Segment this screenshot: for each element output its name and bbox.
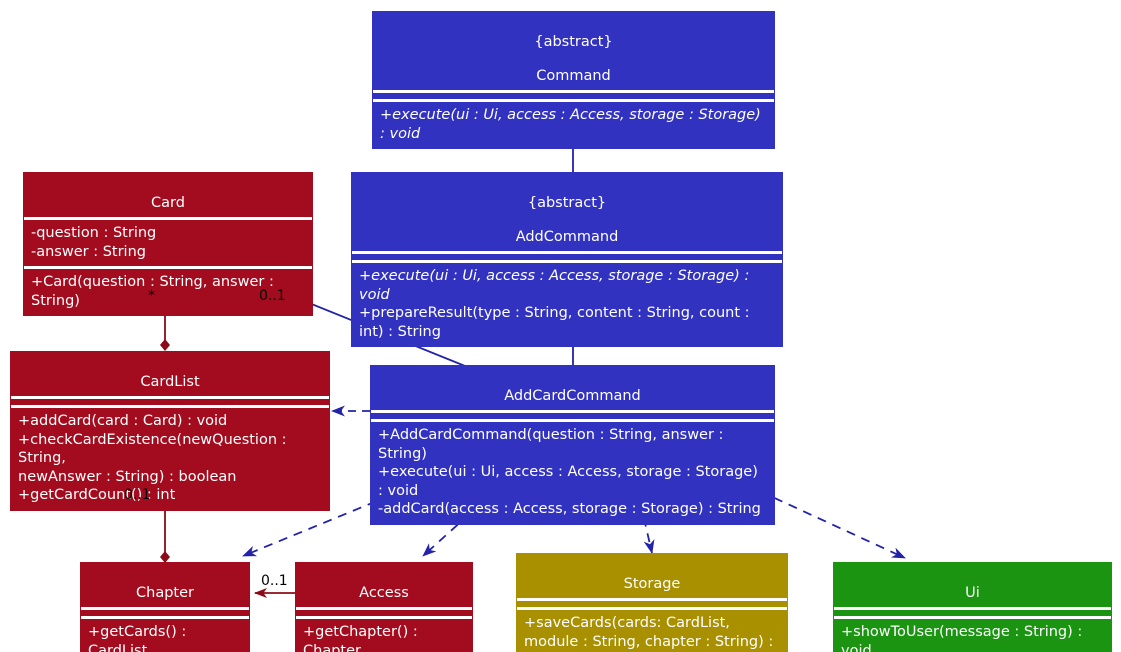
class-chapter-name: Chapter (136, 585, 194, 601)
class-command-stereotype: {abstract} (534, 34, 613, 50)
method-row: +AddCardCommand(question : String, answe… (378, 427, 729, 462)
class-card-list-name: CardList (140, 374, 200, 390)
class-add-command-name: AddCommand (515, 229, 619, 245)
class-access-methods: +getChapter() : Chapter (296, 619, 472, 652)
edge-label-card-multiplicity: * (148, 288, 155, 304)
uml-class-diagram: CardList --> Chapter --> Access --> Stor… (0, 0, 1121, 652)
class-command-name: Command (536, 68, 611, 84)
method-row: +showToUser(message : String) : void (841, 624, 1087, 652)
class-card-attributes: -question : String -answer : String (24, 220, 312, 266)
class-command-header: {abstract} Command (373, 12, 774, 90)
class-storage-methods: +saveCards(cards: CardList, module : Str… (517, 610, 787, 652)
method-row: +saveCards(cards: CardList, (524, 615, 730, 631)
class-card-list-methods: +addCard(card : Card) : void +checkCardE… (11, 408, 329, 510)
class-ui-header: Ui (834, 563, 1111, 607)
class-add-card-command-name: AddCardCommand (504, 388, 641, 404)
class-storage-header: Storage (517, 554, 787, 598)
class-card-list-header: CardList (11, 352, 329, 396)
class-chapter-header: Chapter (81, 563, 249, 607)
method-row: +prepareResult(type : String, content : … (359, 305, 755, 340)
edge-label-card-from-addcardcommand: 0..1 (259, 288, 286, 304)
class-access-header: Access (296, 563, 472, 607)
method-row: +execute(ui : Ui, access : Access, stora… (380, 107, 766, 142)
class-card-name: Card (151, 195, 185, 211)
class-ui[interactable]: Ui +showToUser(message : String) : void (833, 562, 1112, 652)
class-add-card-command-methods: +AddCardCommand(question : String, answe… (371, 422, 774, 524)
method-row: +checkCardExistence(newQuestion : String… (18, 431, 292, 467)
method-row: +getCards() : CardList (88, 624, 191, 652)
method-row: +getCardCount() : int (18, 487, 176, 503)
class-add-command-methods: +execute(ui : Ui, access : Access, stora… (352, 263, 782, 346)
class-add-card-command[interactable]: AddCardCommand +AddCardCommand(question … (370, 365, 775, 525)
class-card-list[interactable]: CardList +addCard(card : Card) : void +c… (10, 351, 330, 511)
class-storage[interactable]: Storage +saveCards(cards: CardList, modu… (516, 553, 788, 652)
edge-label-cardlist-from-chapter: 0..1 (124, 487, 151, 503)
class-command-methods: +execute(ui : Ui, access : Access, stora… (373, 102, 774, 148)
class-chapter[interactable]: Chapter +getCards() : CardList (80, 562, 250, 652)
attribute-row: -answer : String (31, 243, 146, 260)
class-chapter-methods: +getCards() : CardList (81, 619, 249, 652)
method-row: +execute(ui : Ui, access : Access, stora… (359, 268, 754, 303)
class-add-card-command-header: AddCardCommand (371, 366, 774, 410)
method-row: +getChapter() : Chapter (303, 624, 423, 652)
method-row: +execute(ui : Ui, access : Access, stora… (378, 464, 763, 499)
edge-label-chapter-from-access: 0..1 (261, 573, 288, 589)
class-access[interactable]: Access +getChapter() : Chapter (295, 562, 473, 652)
class-add-command-header: {abstract} AddCommand (352, 173, 782, 251)
class-add-command[interactable]: {abstract} AddCommand +execute(ui : Ui, … (351, 172, 783, 347)
class-ui-methods: +showToUser(message : String) : void (834, 619, 1111, 652)
method-row: newAnswer : String) : boolean (18, 468, 237, 485)
method-row: +addCard(card : Card) : void (18, 413, 228, 429)
class-ui-name: Ui (965, 585, 980, 601)
class-access-name: Access (359, 585, 409, 601)
class-storage-name: Storage (623, 576, 681, 592)
class-command[interactable]: {abstract} Command +execute(ui : Ui, acc… (372, 11, 775, 149)
method-row: -addCard(access : Access, storage : Stor… (378, 501, 761, 517)
attribute-row: -question : String (31, 225, 157, 241)
class-add-command-stereotype: {abstract} (527, 195, 607, 211)
class-card-header: Card (24, 173, 312, 217)
method-row: module : String, chapter : String) : voi… (524, 633, 774, 650)
